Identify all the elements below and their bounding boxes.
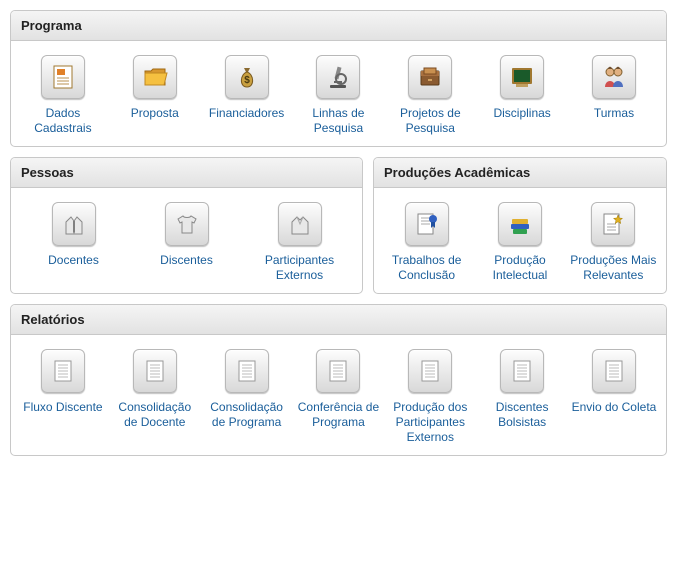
item-consolidacao-docente[interactable]: Consolidação de Docente <box>111 349 199 445</box>
item-trabalhos-conclusao[interactable]: Trabalhos de Conclusão <box>383 202 471 283</box>
item-financiadores[interactable]: $ Financiadores <box>203 55 291 136</box>
report-icon <box>592 349 636 393</box>
item-label: Produção dos Participantes Externos <box>386 400 474 445</box>
microscope-icon <box>316 55 360 99</box>
panel-pessoas-header: Pessoas <box>11 158 362 188</box>
chalkboard-icon <box>500 55 544 99</box>
item-producao-participantes-externos[interactable]: Produção dos Participantes Externos <box>386 349 474 445</box>
moneybag-icon: $ <box>225 55 269 99</box>
drawer-icon <box>408 55 452 99</box>
item-label: Linhas de Pesquisa <box>294 106 382 136</box>
item-label: Trabalhos de Conclusão <box>383 253 471 283</box>
item-label: Envio do Coleta <box>572 400 657 415</box>
tshirt-icon <box>165 202 209 246</box>
item-label: Disciplinas <box>493 106 550 121</box>
item-label: Financiadores <box>209 106 284 121</box>
panel-pessoas-body: Docentes Discentes Participantes Ex <box>11 188 362 293</box>
certificate-icon <box>405 202 449 246</box>
item-producoes-relevantes[interactable]: Produções Mais Relevantes <box>569 202 657 283</box>
item-label: Conferência de Programa <box>294 400 382 430</box>
panel-producoes: Produções Acadêmicas Trabalhos de Conclu… <box>373 157 667 294</box>
panel-programa-body: Dados Cadastrais Proposta $ Financiadore… <box>11 41 666 146</box>
report-icon <box>41 349 85 393</box>
report-icon <box>500 349 544 393</box>
star-badge-icon <box>591 202 635 246</box>
shirt-plain-icon <box>278 202 322 246</box>
report-icon <box>225 349 269 393</box>
folder-icon <box>133 55 177 99</box>
panel-programa-header: Programa <box>11 11 666 41</box>
item-discentes-bolsistas[interactable]: Discentes Bolsistas <box>478 349 566 445</box>
item-label: Dados Cadastrais <box>19 106 107 136</box>
item-docentes[interactable]: Docentes <box>24 202 124 283</box>
item-producao-intelectual[interactable]: Produção Intelectual <box>476 202 564 283</box>
people-icon <box>592 55 636 99</box>
panel-pessoas: Pessoas Docentes Discentes <box>10 157 363 294</box>
item-proposta[interactable]: Proposta <box>111 55 199 136</box>
shirt-tie-icon <box>52 202 96 246</box>
item-discentes[interactable]: Discentes <box>137 202 237 283</box>
item-label: Fluxo Discente <box>23 400 102 415</box>
item-label: Produções Mais Relevantes <box>569 253 657 283</box>
panel-producoes-body: Trabalhos de Conclusão Produção Intelect… <box>374 188 666 293</box>
item-disciplinas[interactable]: Disciplinas <box>478 55 566 136</box>
panel-relatorios-body: Fluxo Discente Consolidação de Docente <box>11 335 666 455</box>
item-label: Consolidação de Programa <box>203 400 291 430</box>
item-participantes-externos[interactable]: Participantes Externos <box>250 202 350 283</box>
report-icon <box>316 349 360 393</box>
report-icon <box>133 349 177 393</box>
item-projetos-pesquisa[interactable]: Projetos de Pesquisa <box>386 55 474 136</box>
item-label: Proposta <box>131 106 179 121</box>
item-envio-coleta[interactable]: Envio do Coleta <box>570 349 658 445</box>
books-icon <box>498 202 542 246</box>
item-conferencia-programa[interactable]: Conferência de Programa <box>294 349 382 445</box>
panel-relatorios: Relatórios Fluxo Discente <box>10 304 667 456</box>
item-label: Turmas <box>594 106 634 121</box>
item-label: Produção Intelectual <box>476 253 564 283</box>
item-label: Projetos de Pesquisa <box>386 106 474 136</box>
panel-relatorios-header: Relatórios <box>11 305 666 335</box>
item-consolidacao-programa[interactable]: Consolidação de Programa <box>203 349 291 445</box>
item-linhas-pesquisa[interactable]: Linhas de Pesquisa <box>294 55 382 136</box>
panel-producoes-header: Produções Acadêmicas <box>374 158 666 188</box>
report-icon <box>408 349 452 393</box>
item-label: Discentes Bolsistas <box>478 400 566 430</box>
item-turmas[interactable]: Turmas <box>570 55 658 136</box>
item-label: Consolidação de Docente <box>111 400 199 430</box>
item-fluxo-discente[interactable]: Fluxo Discente <box>19 349 107 445</box>
item-label: Participantes Externos <box>250 253 350 283</box>
item-label: Discentes <box>160 253 213 268</box>
svg-text:$: $ <box>244 75 250 86</box>
item-dados-cadastrais[interactable]: Dados Cadastrais <box>19 55 107 136</box>
item-label: Docentes <box>48 253 99 268</box>
panel-programa: Programa Dados Cadastrais P <box>10 10 667 147</box>
document-icon <box>41 55 85 99</box>
